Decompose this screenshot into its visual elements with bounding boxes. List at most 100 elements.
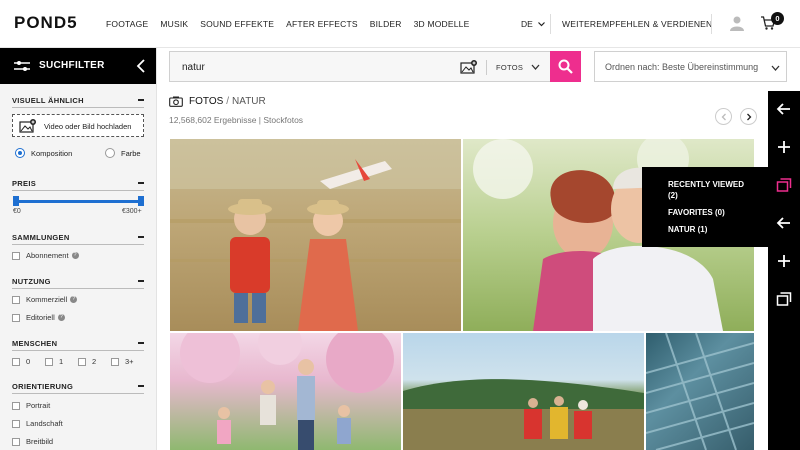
collapse-icon[interactable] — [138, 236, 144, 238]
people-3plus-checkbox[interactable]: 3+ — [111, 357, 134, 366]
search-button[interactable] — [550, 51, 581, 82]
plus-icon[interactable] — [776, 139, 792, 155]
user-icon[interactable] — [729, 15, 745, 31]
price-slider-track[interactable] — [15, 200, 141, 203]
chevron-down-icon — [771, 65, 780, 71]
search-icon — [558, 59, 573, 74]
visual-search-icon[interactable] — [460, 60, 478, 74]
section-heading[interactable]: MENSCHEN — [12, 339, 144, 351]
sort-dropdown[interactable]: Ordnen nach: Beste Übereinstimmung — [594, 51, 787, 82]
section-heading[interactable]: NUTZUNG — [12, 277, 144, 289]
language-selector[interactable]: DE — [521, 19, 546, 29]
next-page-button[interactable] — [740, 108, 757, 125]
favorites-link[interactable]: FAVORITES (0) — [668, 208, 725, 217]
people-0-checkbox[interactable]: 0 — [12, 357, 30, 366]
filter-header: SUCHFILTER — [0, 48, 156, 84]
checkbox — [12, 357, 20, 366]
nav-footage[interactable]: FOOTAGE — [106, 19, 148, 29]
camera-icon — [169, 96, 183, 107]
result-thumbnail[interactable] — [170, 333, 401, 450]
price-min-label: €0 — [13, 208, 21, 215]
refer-and-earn-link[interactable]: WEITEREMPFEHLEN & VERDIENEN — [562, 19, 712, 29]
checkbox — [12, 419, 20, 428]
chevron-down-icon[interactable] — [531, 63, 540, 71]
natur-collection-link[interactable]: NATUR (1) — [668, 225, 707, 234]
usage-section: NUTZUNG — [12, 277, 144, 289]
radio-unselected — [105, 148, 115, 158]
arrow-left-icon[interactable] — [776, 101, 792, 117]
result-thumbnail[interactable] — [170, 139, 461, 331]
checkbox-label: Abonnement — [26, 251, 69, 260]
collapse-icon[interactable] — [138, 280, 144, 282]
chevron-right-icon — [747, 113, 752, 121]
media-type-select[interactable]: FOTOS — [496, 63, 523, 72]
checkbox-label: Editoriell — [26, 313, 55, 322]
chevron-left-icon — [721, 113, 726, 121]
editorial-checkbox[interactable]: Editoriell ? — [12, 313, 65, 322]
result-thumbnail[interactable] — [403, 333, 644, 450]
divider — [550, 14, 551, 34]
pond5-logo[interactable]: POND5 — [14, 13, 78, 33]
orientation-section: ORIENTIERUNG — [12, 382, 144, 394]
nav-after-effects[interactable]: AFTER EFFECTS — [286, 19, 358, 29]
price-max-label: €300+ — [122, 208, 142, 215]
section-heading[interactable]: SAMMLUNGEN — [12, 233, 144, 245]
portrait-checkbox[interactable]: Portrait — [12, 401, 50, 410]
collapse-icon[interactable] — [138, 342, 144, 344]
section-heading[interactable]: ORIENTIERUNG — [12, 382, 144, 394]
section-heading[interactable]: VISUELL ÄHNLICH — [12, 96, 144, 108]
search-input[interactable]: natur FOTOS — [169, 51, 581, 82]
section-heading[interactable]: PREIS — [12, 179, 144, 191]
people-2-checkbox[interactable]: 2 — [78, 357, 96, 366]
divider — [486, 60, 487, 75]
result-thumbnail[interactable] — [646, 333, 754, 450]
checkbox — [78, 357, 86, 366]
collections-icon[interactable] — [776, 177, 792, 193]
help-icon[interactable]: ? — [57, 314, 65, 321]
checkbox — [12, 251, 20, 260]
collapse-icon[interactable] — [138, 385, 144, 387]
price-max-handle[interactable] — [138, 196, 144, 206]
plus-icon[interactable] — [776, 253, 792, 269]
chevron-down-icon — [538, 22, 546, 27]
checkbox-label: 1 — [59, 357, 64, 366]
help-icon[interactable]: ? — [70, 296, 78, 303]
checkbox — [12, 295, 20, 304]
radio-selected — [15, 148, 25, 158]
checkbox-label: Landschaft — [26, 419, 63, 428]
kids-with-toy-plane-photo — [170, 139, 461, 331]
people-1-checkbox[interactable]: 1 — [45, 357, 63, 366]
composition-radio[interactable]: Komposition — [15, 148, 72, 158]
commercial-checkbox[interactable]: Kommerziell ? — [12, 295, 78, 304]
collapse-sidebar-icon[interactable] — [136, 59, 146, 73]
collapse-icon[interactable] — [138, 99, 144, 101]
sort-label: Ordnen nach: Beste Übereinstimmung — [605, 62, 759, 72]
checkbox — [111, 357, 119, 366]
checkbox-label: 0 — [26, 357, 31, 366]
upload-image-icon — [19, 119, 36, 133]
upload-label: Video oder Bild hochladen — [44, 122, 132, 131]
nav-3d-models[interactable]: 3D MODELLE — [414, 19, 470, 29]
widescreen-checkbox[interactable]: Breitbild — [12, 437, 53, 446]
previous-page-button[interactable] — [715, 108, 732, 125]
search-query[interactable]: natur — [182, 62, 205, 73]
landscape-checkbox[interactable]: Landschaft — [12, 419, 63, 428]
checkbox-label: 3+ — [125, 357, 134, 366]
nav-music[interactable]: MUSIK — [160, 19, 188, 29]
nav-images[interactable]: BILDER — [370, 19, 402, 29]
price-min-handle[interactable] — [13, 196, 19, 206]
nav-sound-effects[interactable]: SOUND EFFEKTE — [200, 19, 274, 29]
collections-icon[interactable] — [776, 291, 792, 307]
hikers-in-meadow-photo — [403, 379, 644, 450]
checkbox — [12, 313, 20, 322]
color-radio[interactable]: Farbe — [105, 148, 141, 158]
recently-viewed-link[interactable]: RECENTLY VIEWED — [668, 180, 744, 189]
subscription-checkbox[interactable]: Abonnement ? — [12, 251, 79, 260]
collapse-icon[interactable] — [138, 182, 144, 184]
help-icon[interactable]: ? — [71, 252, 79, 259]
arrow-left-icon[interactable] — [776, 215, 792, 231]
divider — [711, 14, 712, 34]
upload-image-button[interactable]: Video oder Bild hochladen — [12, 114, 144, 137]
results-breadcrumb: FOTOS / NATUR — [169, 96, 266, 107]
results-media-type: FOTOS — [189, 96, 224, 107]
